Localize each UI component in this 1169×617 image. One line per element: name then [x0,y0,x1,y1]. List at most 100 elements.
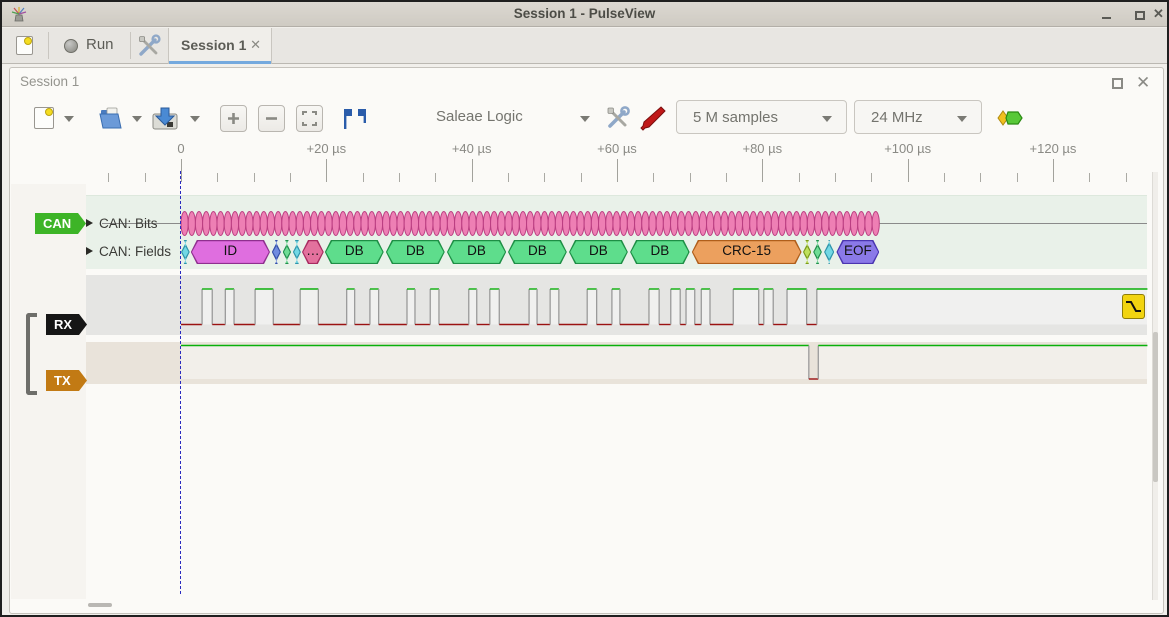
new-view-dropdown-icon[interactable] [64,116,74,122]
trigger-marker-falling-icon[interactable] [1122,294,1145,319]
title-bar[interactable]: Session 1 - PulseView ✕ [2,2,1167,27]
decode-field-label: DB [508,243,567,258]
minimize-icon[interactable] [1102,17,1111,19]
expander-bits-icon[interactable] [86,219,93,227]
trace-label-gutter [11,184,86,599]
ruler-tick-label: +120 µs [1030,141,1077,156]
session-close-icon[interactable]: ✕ [1136,73,1150,93]
decoder-tag-can[interactable]: CAN [35,213,86,234]
ruler-minor-tick [544,173,545,182]
ruler-minor-tick [435,173,436,182]
ruler-minor-tick [799,173,800,182]
ruler-tick-label: +20 µs [307,141,347,156]
decoder-row-fields-label: CAN: Fields [99,244,171,259]
zoom-out-button[interactable] [258,105,285,132]
ruler-minor-tick [399,173,400,182]
time-zero-cursor[interactable] [180,171,181,594]
ruler-major-tick [326,159,327,182]
sample-rate-select[interactable]: 24 MHz [854,100,982,134]
window-title: Session 1 - PulseView [2,6,1167,21]
toolbar-separator [48,32,49,59]
restore-icon[interactable] [1112,78,1123,89]
sample-count-select[interactable]: 5 M samples [676,100,847,134]
zoom-fit-button[interactable] [296,105,323,132]
ruler-major-tick [762,159,763,182]
tx-trace-area[interactable] [86,342,1147,384]
device-dropdown-icon[interactable] [580,116,590,122]
ruler-minor-tick [290,173,291,182]
ruler-tick-label: +60 µs [597,141,637,156]
ruler-minor-tick [653,173,654,182]
tab-session-1[interactable]: Session 1 ✕ [168,28,272,64]
new-file-icon [16,36,33,55]
ruler-minor-tick [1017,173,1018,182]
ruler-major-tick [908,159,909,182]
decode-field: DB [447,240,506,264]
add-decoder-icon[interactable] [997,108,1025,128]
ruler-tick-label: 0 [177,141,184,156]
decode-field: DB [630,240,690,264]
open-dropdown-icon[interactable] [132,116,142,122]
plus-icon [221,106,246,131]
ruler-minor-tick [581,173,582,182]
ruler-major-tick [1053,159,1054,182]
ruler-minor-tick [363,173,364,182]
close-icon[interactable]: ✕ [1153,6,1164,22]
device-select[interactable]: Saleae Logic [436,108,523,125]
new-session-button[interactable] [14,34,38,58]
tab-active-indicator [169,61,271,64]
ruler-tick-label: +80 µs [742,141,782,156]
ruler-minor-tick [1089,173,1090,182]
ruler-minor-tick [871,173,872,182]
save-file-icon[interactable] [150,104,180,132]
run-icon [64,39,78,53]
sample-count-value: 5 M samples [693,109,778,126]
ruler-minor-tick [217,173,218,182]
channel-tag-tx[interactable]: TX [46,370,87,391]
ruler-minor-tick [145,173,146,182]
save-dropdown-icon[interactable] [190,116,200,122]
run-button[interactable]: Run [86,36,114,53]
decode-field-label: ID [191,243,270,258]
channels-probe-icon[interactable] [639,104,667,132]
ruler-major-tick [181,159,182,182]
decode-field-label: DB [386,243,445,258]
new-view-button[interactable] [32,105,56,131]
ruler-major-tick [472,159,473,182]
decode-field-label: EOF [836,243,879,258]
decode-field: CRC-15 [692,240,802,264]
rx-trace-area[interactable] [86,275,1147,335]
new-file-icon [34,107,54,129]
zoom-fit-icon [297,106,322,131]
open-file-icon[interactable] [97,104,125,132]
ruler-minor-tick [108,173,109,182]
maximize-icon[interactable] [1135,11,1145,20]
sample-rate-dropdown-icon [957,116,967,122]
session-subwindow-title: Session 1 [20,74,79,89]
configure-device-icon[interactable] [604,104,632,132]
expander-fields-icon[interactable] [86,247,93,255]
main-toolbar: Run Session 1 ✕ [2,28,1167,64]
decode-field: DB [325,240,384,264]
minus-icon [259,106,284,131]
horizontal-scrollbar[interactable] [88,603,112,607]
ruler-tick-label: +100 µs [884,141,931,156]
ruler-minor-tick [726,173,727,182]
channel-group-bracket[interactable] [26,313,37,395]
vertical-scrollbar-handle[interactable] [1153,332,1158,482]
tab-label: Session 1 [181,37,246,53]
decode-field-label: CRC-15 [692,243,802,258]
ruler-minor-tick [835,173,836,182]
pulseview-window: Session 1 - PulseView ✕ Run Session 1 ✕ … [0,0,1169,617]
decode-field-label: DB [630,243,690,258]
decode-field-label: DB [447,243,506,258]
tab-close-icon[interactable]: ✕ [250,37,261,53]
decoder-row-bits-label: CAN: Bits [99,216,158,231]
cursors-flags-icon[interactable] [340,105,368,133]
ruler-minor-tick [508,173,509,182]
settings-wrench-icon[interactable] [136,33,162,59]
zoom-in-button[interactable] [220,105,247,132]
ruler-major-tick [617,159,618,182]
channel-tag-rx[interactable]: RX [46,314,87,335]
decode-field-label: DB [325,243,384,258]
